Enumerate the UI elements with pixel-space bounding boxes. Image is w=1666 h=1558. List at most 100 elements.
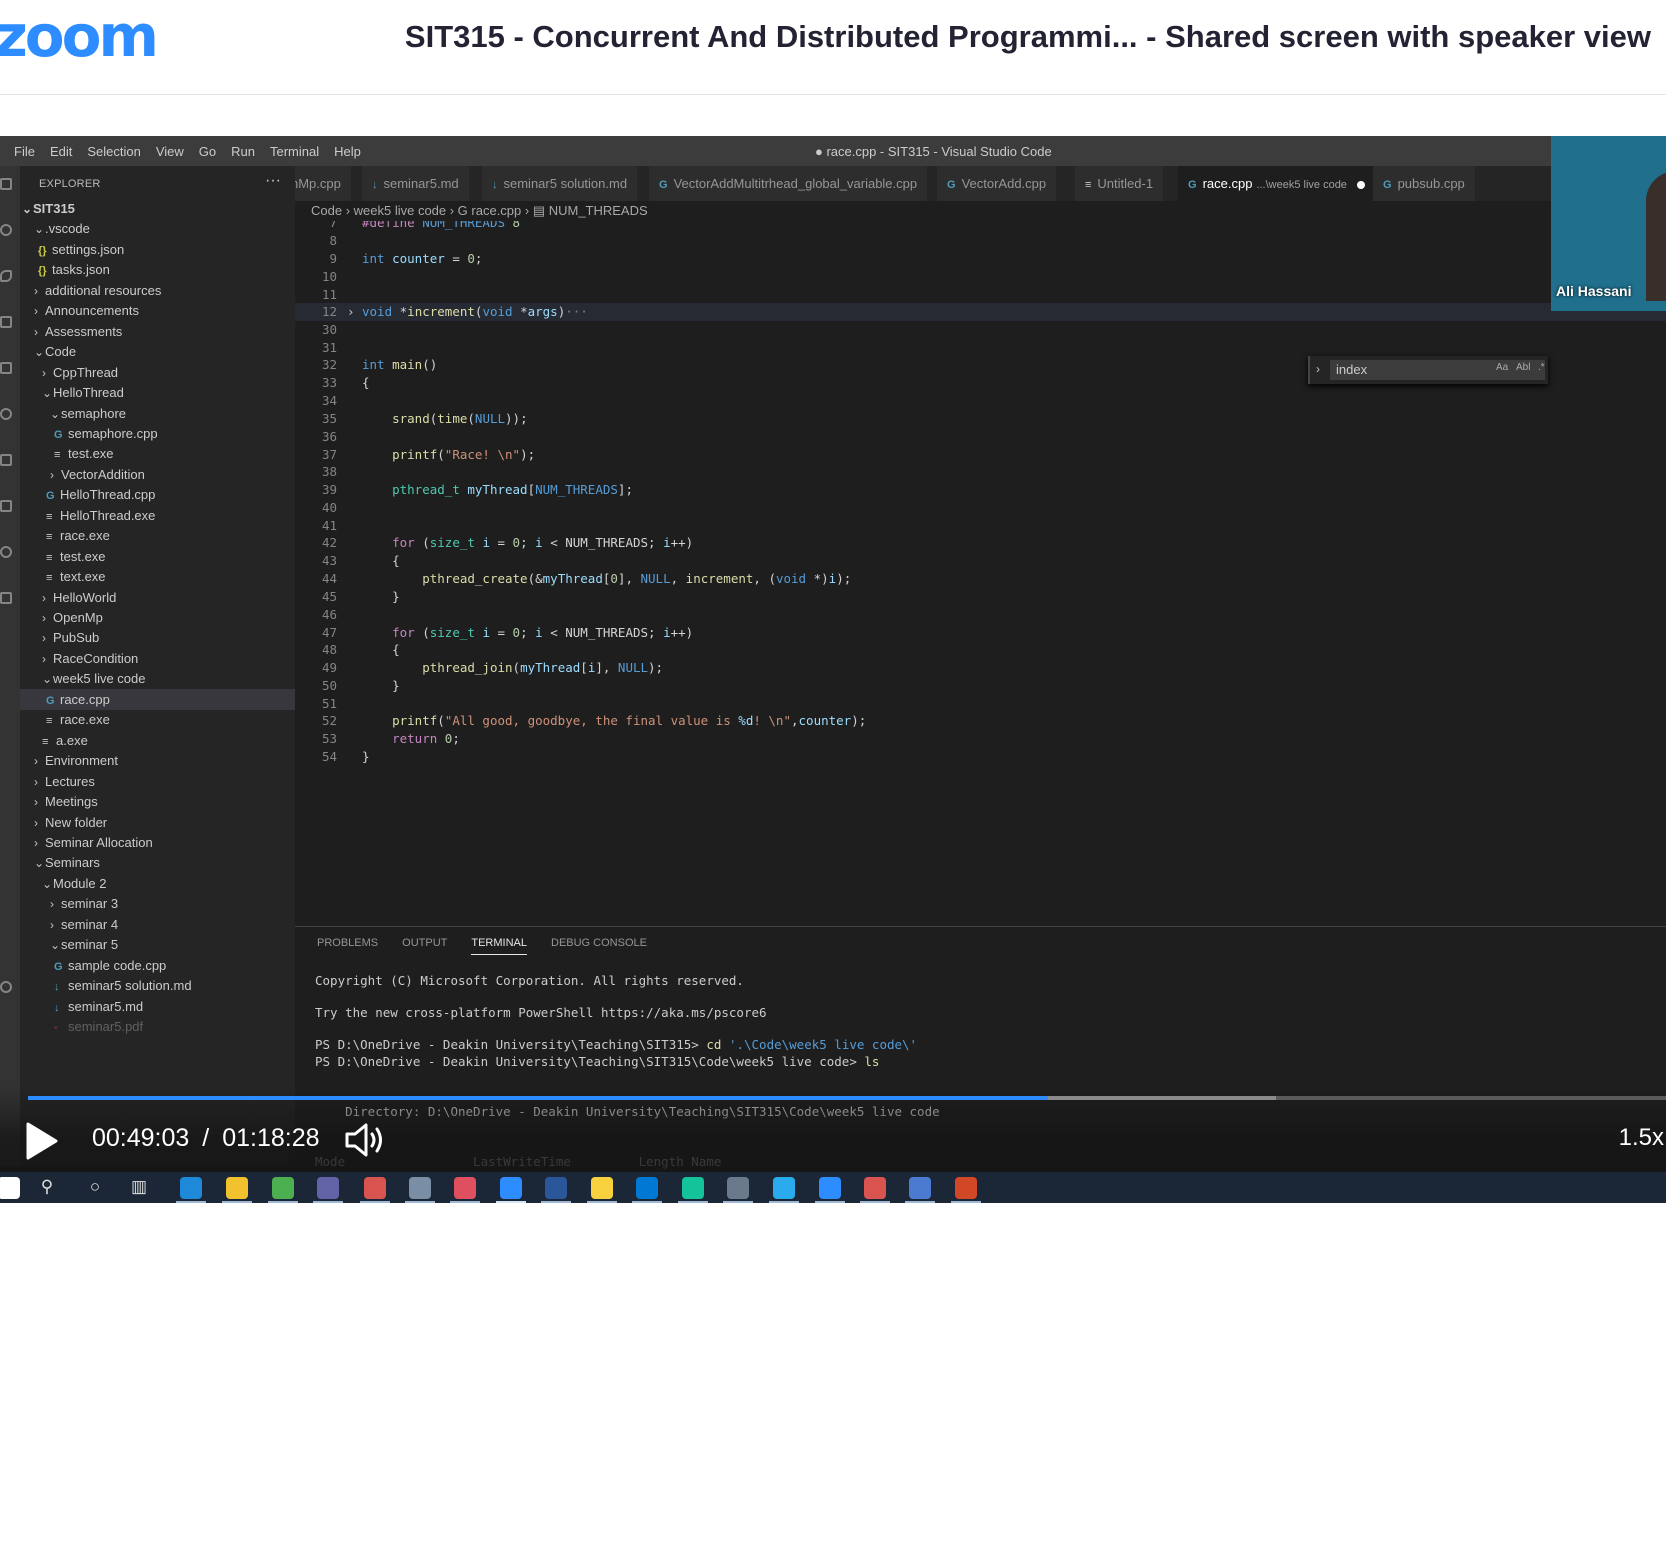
windows-start-icon[interactable] [0,1177,20,1199]
menu-item-go[interactable]: Go [199,144,216,159]
editor-tab[interactable]: G VectorAdd.cpp [937,166,1058,201]
play-icon[interactable] [24,1121,60,1161]
tree-item[interactable]: › seminar 3 [20,893,295,914]
match-word-icon[interactable]: Abl [1516,362,1530,373]
tree-item[interactable]: › Announcements [20,300,295,321]
tree-item[interactable]: Grace.cpp [20,688,295,710]
tree-item[interactable]: Gsample code.cpp [20,955,295,976]
tree-item[interactable]: ▪ seminar5.pdf [20,1016,295,1037]
tree-item[interactable]: › OpenMp [20,607,295,628]
tree-item[interactable]: › CppThread [20,362,295,383]
shield-app-icon[interactable] [364,1177,386,1199]
menu-item-help[interactable]: Help [334,144,361,159]
editor-tab[interactable]: nMp.cpp [295,166,352,201]
code-editor[interactable]: 7 #define NUM_THREADS 8 8 9 int counter = 0;… [295,221,1666,926]
menu-item-view[interactable]: View [156,144,184,159]
editor-tab[interactable]: ≡ Untitled-1 [1075,166,1165,201]
tree-item[interactable]: G HelloThread.cpp [20,484,295,505]
tree-item[interactable]: {} tasks.json [20,259,295,280]
tree-item[interactable]: ⌄SIT315 [20,198,295,219]
breadcrumb[interactable]: Code › week5 live code › G race.cpp › ▤ … [295,201,1666,221]
tree-item[interactable]: Gsemaphore.cpp [20,423,295,444]
tree-item[interactable]: › New folder [20,812,295,833]
volume-icon[interactable] [344,1121,386,1159]
grammarly-icon[interactable] [682,1177,704,1199]
cortana-icon[interactable]: ○ [84,1176,106,1198]
playback-speed[interactable]: 1.5x [1619,1124,1664,1152]
menu-item-selection[interactable]: Selection [87,144,140,159]
snipping-tool-icon[interactable] [864,1177,886,1199]
tree-item[interactable]: ⌄Module 2 [20,873,295,894]
tree-item[interactable]: ↓ seminar5 solution.md [20,975,295,996]
tree-item[interactable]: › VectorAddition [20,464,295,485]
tree-item[interactable]: ⌄seminar 5 [20,934,295,955]
video-player[interactable]: File Edit Selection View Go Run Terminal Help ●… [0,136,1666,1203]
messaging-app-icon[interactable] [773,1177,795,1199]
vscode-icon[interactable] [500,1177,522,1199]
tree-item[interactable]: › PubSub [20,627,295,648]
panel-tab-output[interactable]: OUTPUT [402,937,447,955]
search-icon[interactable]: ⚲ [36,1176,58,1198]
menu-item-file[interactable]: File [14,144,35,159]
tree-item[interactable]: ≡ a.exe [20,730,295,751]
network-app-icon[interactable] [409,1177,431,1199]
tree-item[interactable]: ⌄.vscode [20,218,295,239]
word-icon[interactable] [545,1177,567,1199]
editor-tab[interactable]: ↓ seminar5 solution.md [482,166,639,201]
tree-item[interactable]: ⌄Code [20,341,295,362]
tree-item[interactable]: ↓ seminar5.md [20,996,295,1017]
tree-item[interactable]: ⌄HelloThread [20,382,295,403]
progress-bar[interactable] [28,1096,1666,1100]
zoom-app-icon[interactable] [819,1177,841,1199]
chrome-icon[interactable] [272,1177,294,1199]
teams-icon[interactable] [317,1177,339,1199]
tree-item[interactable]: ⌄Seminars [20,852,295,873]
tree-item[interactable]: › Assessments [20,321,295,342]
calculator-icon[interactable] [727,1177,749,1199]
tree-item[interactable]: › Meetings [20,791,295,812]
tree-item[interactable]: ≡ test.exe [20,546,295,567]
tree-item[interactable]: › Environment [20,750,295,771]
tree-item[interactable]: › Seminar Allocation [20,832,295,853]
tree-item[interactable]: › additional resources [20,280,295,301]
remote-desktop-icon[interactable] [909,1177,931,1199]
match-case-icon[interactable]: Aa [1496,362,1508,373]
tree-item[interactable]: ⌄week5 live code [20,668,295,689]
tree-item[interactable]: ⌄semaphore [20,403,295,424]
tree-item[interactable]: › Lectures [20,771,295,792]
panel-tab-debug-console[interactable]: DEBUG CONSOLE [551,937,647,955]
zoom-logo[interactable]: zoom [0,4,159,68]
find-input[interactable]: index [1330,360,1545,380]
fold-chevron-icon[interactable]: › [347,303,355,321]
menu-item-run[interactable]: Run [231,144,255,159]
panel-tab-terminal[interactable]: TERMINAL [471,937,527,955]
tree-item[interactable]: › HelloWorld [20,587,295,608]
panel-tab-problems[interactable]: PROBLEMS [317,937,378,955]
editor-tab[interactable]: G VectorAddMultitrhead_global_variable.cp… [649,166,929,201]
editor-tab[interactable]: ↓ seminar5.md [362,166,470,201]
tree-item[interactable]: › RaceCondition [20,648,295,669]
tree-item[interactable]: ≡ race.exe [20,709,295,730]
tree-item[interactable]: {} settings.json [20,239,295,260]
toggle-replace-icon[interactable]: › [1316,362,1320,376]
unsaved-dot-icon[interactable] [1356,180,1365,189]
outlook-icon[interactable] [636,1177,658,1199]
edge-icon[interactable] [180,1177,202,1199]
tree-item[interactable]: ≡ HelloThread.exe [20,505,295,526]
menu-item-edit[interactable]: Edit [50,144,72,159]
regex-icon[interactable]: .* [1538,362,1545,373]
task-view-icon[interactable]: ▥ [128,1176,150,1198]
media-app-icon[interactable] [454,1177,476,1199]
editor-tab[interactable]: Grace.cpp ...\week5 live code [1178,166,1376,201]
file-explorer-icon[interactable] [226,1177,248,1199]
tree-item[interactable]: › seminar 4 [20,914,295,935]
menu-item-terminal[interactable]: Terminal [270,144,319,159]
code-text: #define NUM_THREADS 8 [362,221,521,230]
powerpoint-icon[interactable] [955,1177,977,1199]
tree-item[interactable]: ≡ test.exe [20,443,295,464]
sticky-notes-icon[interactable] [591,1177,613,1199]
more-actions-icon[interactable]: ··· [265,172,281,190]
editor-tab[interactable]: Gpubsub.cpp [1373,166,1476,201]
tree-item[interactable]: ≡ text.exe [20,566,295,587]
tree-item[interactable]: ≡ race.exe [20,525,295,546]
